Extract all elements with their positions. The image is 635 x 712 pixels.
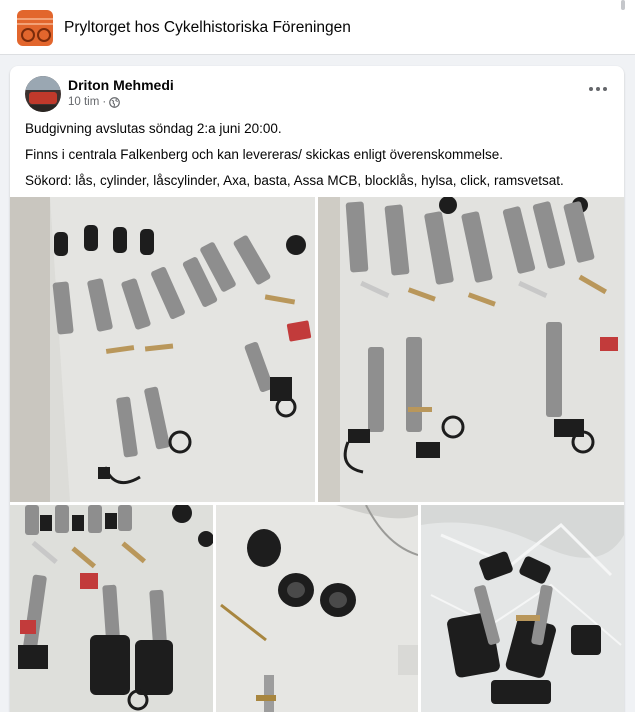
post-photo[interactable] — [10, 505, 213, 712]
post-meta: 10 tim · — [68, 96, 121, 108]
post-card: Driton Mehmedi 10 tim · Budgivning avslu… — [10, 66, 624, 712]
post-paragraph: Finns i centrala Falkenberg och kan leve… — [25, 147, 503, 162]
post-photo[interactable] — [10, 197, 315, 502]
post-timestamp[interactable]: 10 tim — [68, 96, 99, 108]
post-photo[interactable] — [318, 197, 624, 502]
post-body: Budgivning avslutas söndag 2:a juni 20:0… — [25, 120, 615, 198]
meta-separator: · — [102, 96, 107, 108]
globe-icon — [109, 96, 121, 108]
scrollbar[interactable] — [621, 0, 625, 10]
group-title[interactable]: Pryltorget hos Cykelhistoriska Föreninge… — [64, 19, 351, 37]
post-photo[interactable] — [421, 505, 624, 712]
more-options-icon[interactable] — [586, 80, 610, 98]
group-avatar[interactable] — [17, 10, 53, 46]
group-header-bar: Pryltorget hos Cykelhistoriska Föreninge… — [0, 0, 635, 55]
post-paragraph: Budgivning avslutas söndag 2:a juni 20:0… — [25, 121, 282, 136]
author-avatar[interactable] — [25, 76, 61, 112]
author-name[interactable]: Driton Mehmedi — [68, 77, 174, 93]
post-paragraph: Sökord: lås, cylinder, låscylinder, Axa,… — [25, 173, 564, 188]
post-photo[interactable] — [216, 505, 418, 712]
